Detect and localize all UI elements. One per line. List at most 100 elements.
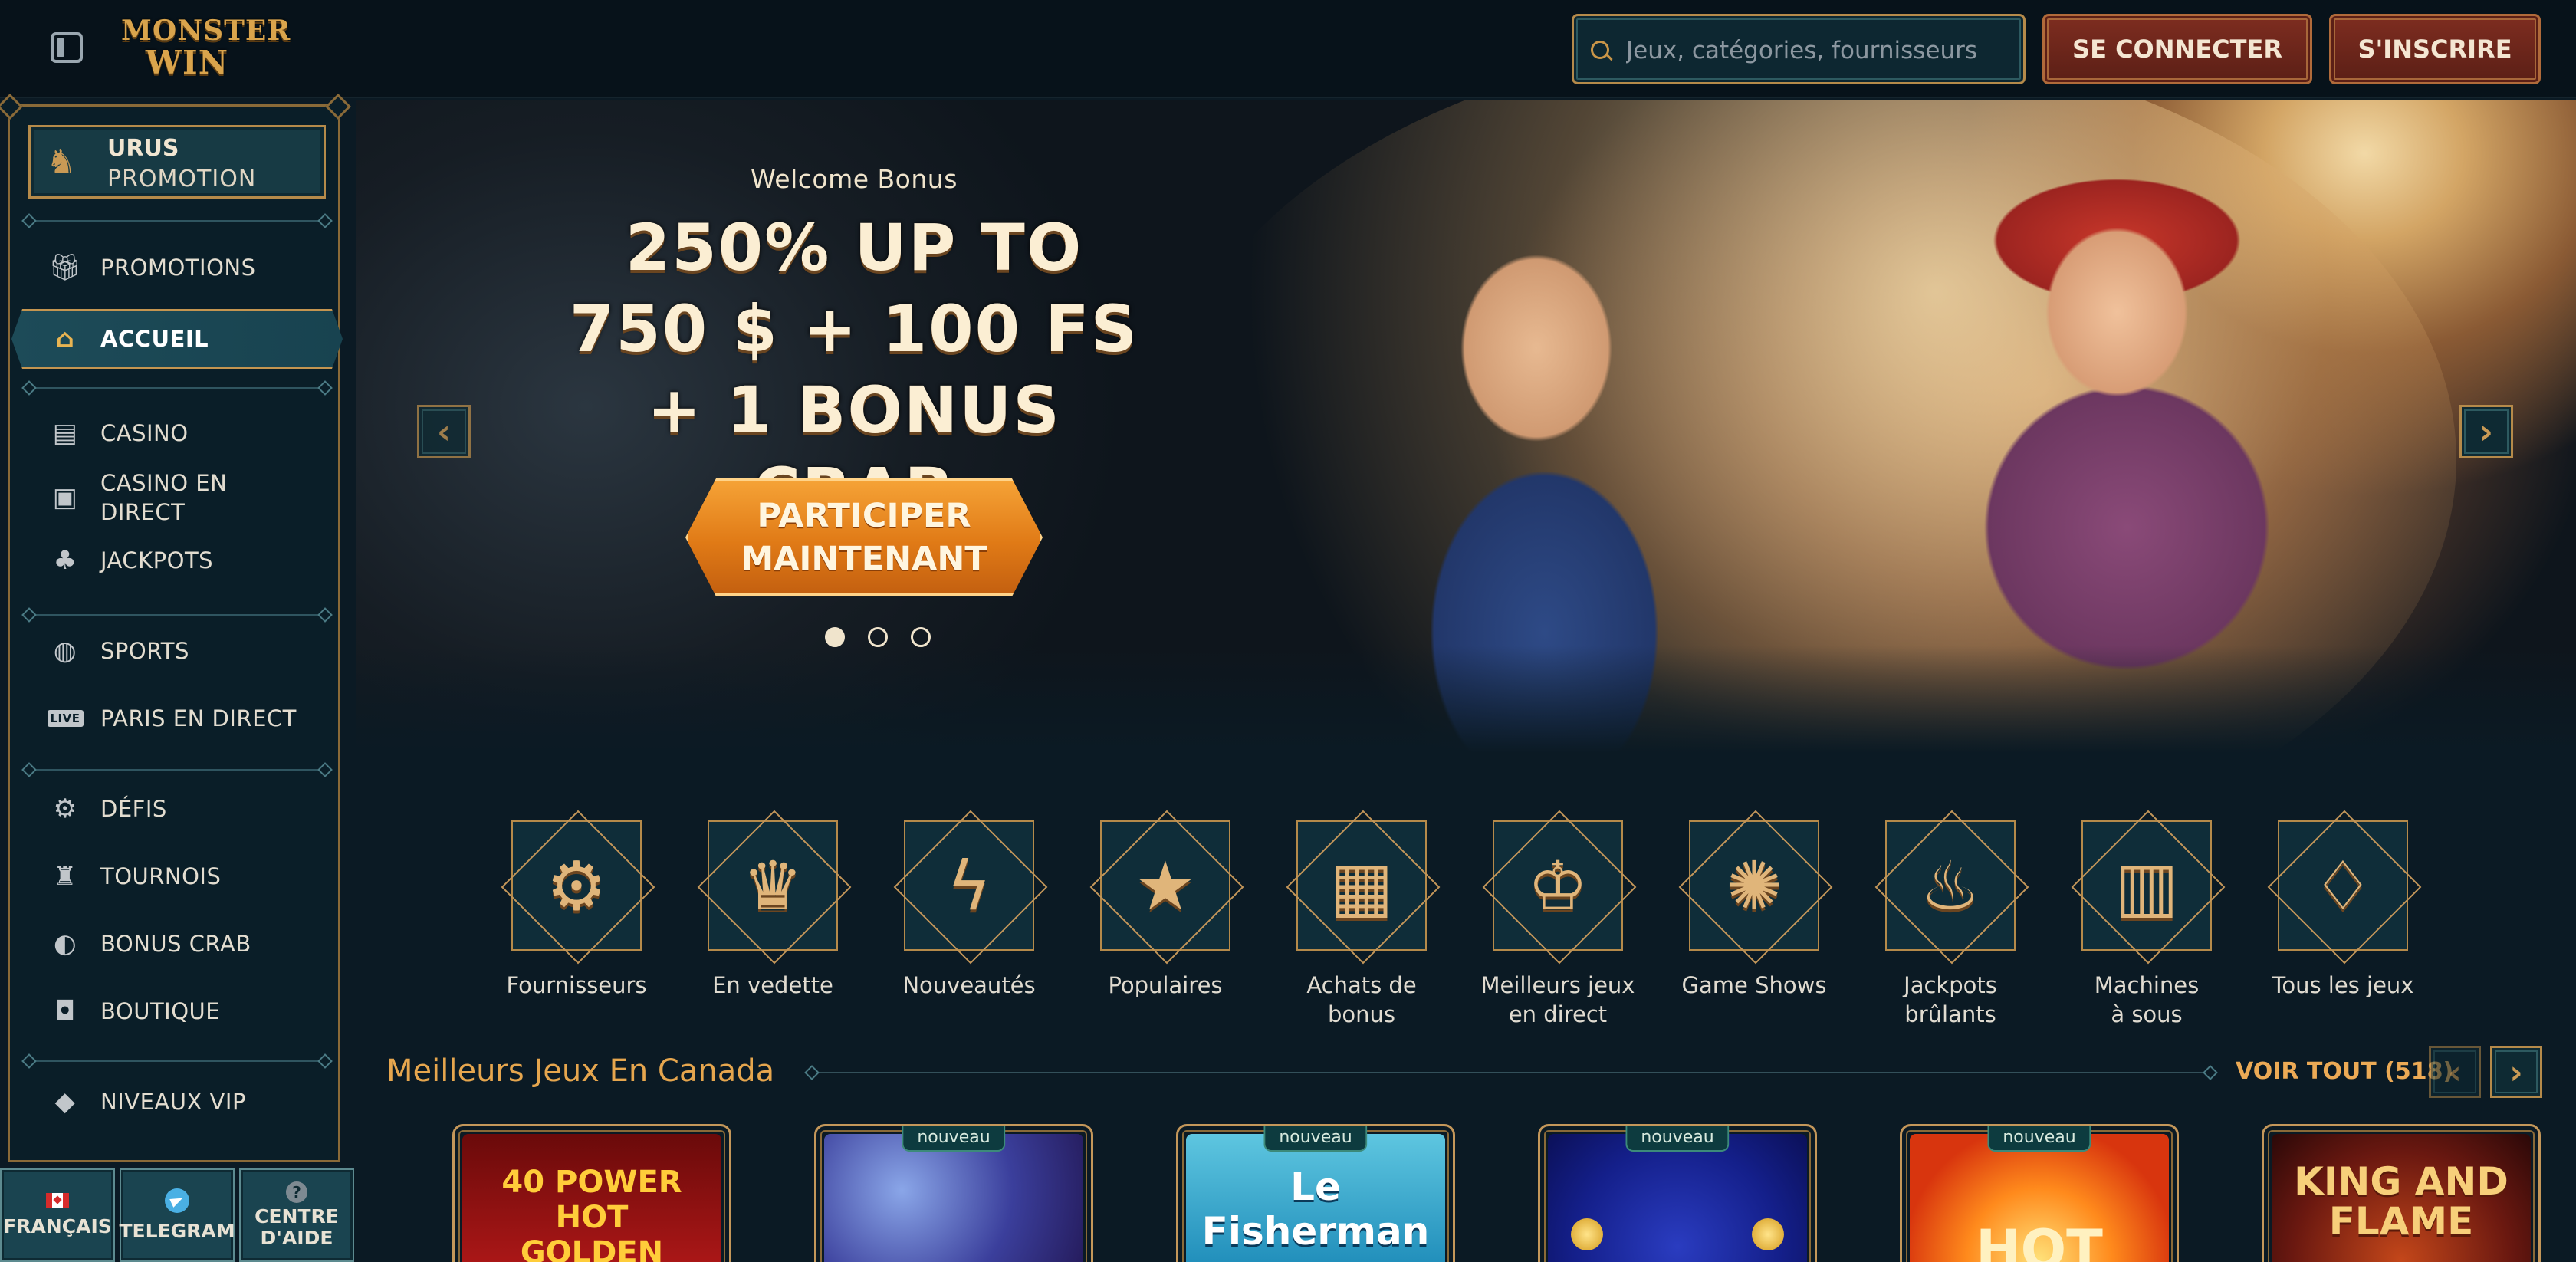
game-card[interactable]: nouveau [814, 1124, 1093, 1262]
category-nouveautes[interactable]: ϟ Nouveautés [877, 814, 1061, 1037]
crab-icon: ◐ [53, 928, 77, 959]
game-title-line1: 40 POWER HOT [501, 1165, 682, 1235]
sidebar-item-tournois[interactable]: ♜ TOURNOIS [50, 853, 334, 899]
hero-character-woman [1881, 169, 2372, 753]
hero-prev-arrow-icon[interactable]: ‹ [417, 405, 471, 458]
category-jackpots-brulants[interactable]: ♨ Jackpots brûlants [1858, 814, 2042, 1037]
sidebar-item-label: ACCUEIL [100, 326, 209, 352]
game-thumbnail [1548, 1134, 1807, 1262]
login-button[interactable]: SE CONNECTER [2042, 14, 2312, 84]
game-title-line1: HOT [1976, 1218, 2103, 1262]
search-input[interactable] [1626, 33, 2009, 68]
sidebar-item-casino-en-direct[interactable]: ▣ CASINO EN DIRECT [50, 465, 334, 530]
sidebar-item-paris-en-direct[interactable]: LIVE PARIS EN DIRECT [47, 695, 334, 741]
category-label: Populaires [1108, 972, 1223, 998]
category-label: Meilleurs jeux en direct [1480, 972, 1635, 1027]
divider [28, 1060, 326, 1062]
language-button[interactable]: FRANÇAIS [0, 1168, 115, 1262]
sidebar-item-label: BONUS CRAB [100, 931, 251, 957]
sidebar-item-label: CASINO EN DIRECT [100, 470, 228, 525]
home-icon: ⌂ [55, 324, 75, 354]
poker-chip-icon: ♔ [1527, 846, 1589, 925]
carousel-dot-3[interactable] [911, 627, 931, 647]
new-badge: nouveau [1987, 1126, 2091, 1152]
top-bar: MONSTER WIN SE CONNECTER S'INSCRIRE [0, 0, 2576, 98]
sidebar-item-niveaux-vip[interactable]: ◆ NIVEAUX VIP [50, 1079, 334, 1125]
divider [28, 220, 326, 222]
hero-banner[interactable]: Welcome Bonus 250% UP TO 750 $ + 100 FS … [356, 100, 2576, 753]
games-next-arrow-icon[interactable]: › [2490, 1046, 2542, 1098]
sidebar-item-label: TOURNOIS [100, 863, 222, 889]
coin-icon [1752, 1218, 1784, 1250]
language-label: FRANÇAIS [3, 1215, 112, 1237]
coin-icon [1571, 1218, 1603, 1250]
game-thumbnail: KING AND FLAME [2272, 1134, 2531, 1262]
wheel-icon: ✺ [1726, 846, 1783, 925]
sidebar-item-promotions[interactable]: 🎁︎ PROMOTIONS [48, 245, 334, 291]
game-card[interactable]: nouveau Le Fisherman [1176, 1124, 1455, 1262]
category-populaires[interactable]: ★ Populaires [1073, 814, 1257, 1037]
hero-next-arrow-icon[interactable]: › [2459, 405, 2513, 458]
sidebar-item-jackpots[interactable]: ♣ JACKPOTS [50, 537, 334, 583]
help-label-line1: CENTRE [255, 1205, 339, 1227]
cta-line1: PARTICIPER [757, 497, 971, 535]
telegram-icon [165, 1188, 189, 1213]
game-card[interactable]: KING AND FLAME [2262, 1124, 2541, 1262]
category-label: Jackpots brûlants [1904, 972, 1997, 1027]
help-label-line2: D'AIDE [260, 1227, 334, 1249]
sidebar-item-sports[interactable]: ◍ SPORTS [50, 628, 334, 674]
diamond-icon: ◆ [54, 1086, 76, 1117]
question-icon: ? [286, 1181, 307, 1203]
category-label: Machines à sous [2094, 972, 2200, 1027]
sidebar-item-bonus-crab[interactable]: ◐ BONUS CRAB [50, 921, 334, 967]
section-title: Meilleurs Jeux En Canada [386, 1053, 775, 1089]
game-card[interactable]: 40 POWER HOT GOLDEN COINS [452, 1124, 731, 1262]
category-en-vedette[interactable]: ♛ En vedette [681, 814, 865, 1037]
view-all-link[interactable]: VOIR TOUT (518) [2236, 1058, 2453, 1085]
promo-card-urus[interactable]: ♞ URUS PROMOTION [28, 125, 326, 199]
sidebar-item-label: BOUTIQUE [100, 998, 221, 1024]
games-prev-arrow-icon[interactable]: ‹ [2429, 1046, 2481, 1098]
category-fournisseurs[interactable]: ⚙ Fournisseurs [485, 814, 669, 1037]
category-machines-a-sous[interactable]: ▥ Machines à sous [2055, 814, 2239, 1037]
sidebar: ♞ URUS PROMOTION 🎁︎ PROMOTIONS ⌂ ACCUEIL… [8, 104, 343, 1162]
bull-logo-icon: ♞ [46, 143, 77, 182]
category-game-shows[interactable]: ✺ Game Shows [1662, 814, 1846, 1037]
game-thumbnail: 40 POWER HOT GOLDEN COINS [462, 1134, 721, 1262]
trophy-icon: ♜ [53, 861, 77, 892]
game-thumbnail: HOT [1910, 1134, 2169, 1262]
sidebar-item-boutique[interactable]: ◘ BOUTIQUE [50, 988, 334, 1034]
category-tous-les-jeux[interactable]: ♢ Tous les jeux [2251, 814, 2435, 1037]
participate-now-button[interactable]: PARTICIPER MAINTENANT [685, 478, 1043, 596]
telegram-button[interactable]: TELEGRAM [119, 1168, 235, 1262]
sidebar-item-accueil[interactable]: ⌂ ACCUEIL [12, 309, 343, 369]
slot-machine-icon: ▤ [52, 418, 78, 449]
game-title-line2: GOLDEN COINS [520, 1235, 664, 1262]
book-gear-icon: ⚙ [546, 846, 607, 925]
flame-icon: ♨ [1920, 846, 1981, 925]
signup-button[interactable]: S'INSCRIRE [2329, 14, 2541, 84]
canada-flag-icon [46, 1193, 69, 1208]
logo[interactable]: MONSTER WIN [121, 15, 290, 81]
new-badge: nouveau [1625, 1126, 1730, 1152]
sidebar-item-casino[interactable]: ▤ CASINO [50, 410, 334, 456]
carousel-dot-1[interactable] [825, 627, 845, 647]
sidebar-toggle-icon[interactable] [51, 32, 83, 63]
game-card[interactable]: nouveau [1538, 1124, 1817, 1262]
help-center-button[interactable]: ? CENTRE D'AIDE [239, 1168, 354, 1262]
carousel-dot-2[interactable] [868, 627, 888, 647]
game-thumbnail: Le Fisherman [1186, 1134, 1445, 1262]
search-box[interactable] [1572, 14, 2026, 84]
category-label: Game Shows [1681, 972, 1827, 998]
game-title-line1: Le Fisherman [1201, 1165, 1430, 1254]
category-label: Achats de bonus [1306, 972, 1417, 1027]
category-achats-de-bonus[interactable]: ▦ Achats de bonus [1270, 814, 1454, 1037]
category-meilleurs-jeux-en-direct[interactable]: ♔ Meilleurs jeux en direct [1466, 814, 1650, 1037]
divider [28, 387, 326, 389]
section-divider [813, 1072, 2210, 1073]
game-card[interactable]: nouveau HOT [1900, 1124, 2179, 1262]
new-badge: nouveau [1263, 1126, 1368, 1152]
sidebar-item-label: PARIS EN DIRECT [100, 705, 297, 731]
sidebar-item-defis[interactable]: ⚙ DÉFIS [50, 786, 334, 832]
telegram-label: TELEGRAM [119, 1220, 235, 1242]
